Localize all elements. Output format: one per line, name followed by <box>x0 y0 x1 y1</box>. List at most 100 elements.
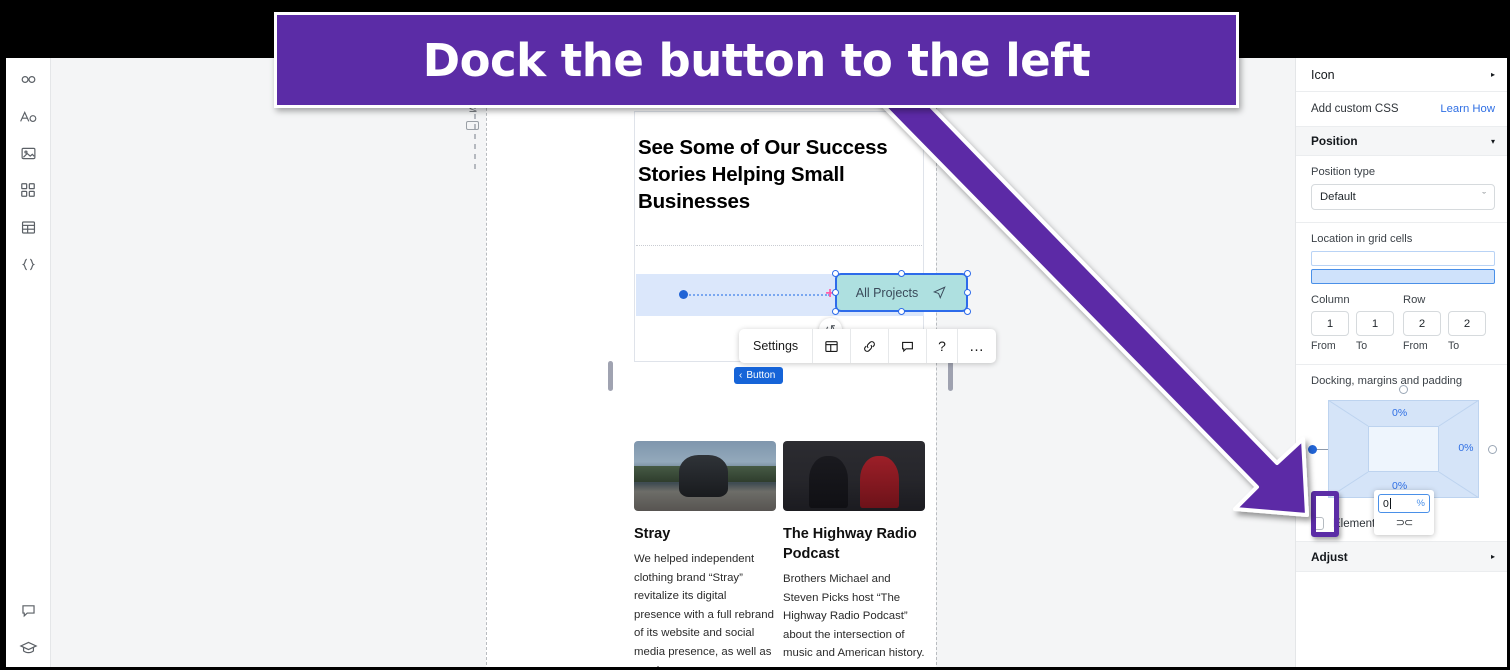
grid-row-2-bar-selected[interactable] <box>1311 269 1495 284</box>
docking-unit-label: % <box>1416 498 1425 509</box>
add-custom-css-label: Add custom CSS <box>1311 103 1399 115</box>
dock-anchor-dot[interactable] <box>679 290 688 299</box>
docking-value-editor-popover[interactable]: 0 % ⊃⊂ <box>1374 490 1434 535</box>
column-row-fields: Column 1 From 1 To Row 2 From 2 To <box>1311 294 1495 352</box>
case-study-cards: Stray We helped independent clothing bra… <box>634 441 932 667</box>
dock-knob-top[interactable] <box>1399 385 1408 394</box>
position-type-block: Position type Default ˇ <box>1296 156 1507 223</box>
properties-panel: Icon ▸ Add custom CSS Learn How Position… <box>1295 58 1507 667</box>
card-stray[interactable]: Stray We helped independent clothing bra… <box>634 441 776 667</box>
learn-icon[interactable] <box>11 630 45 664</box>
dock-measure-line <box>682 294 830 296</box>
hero-heading: See Some of Our Success Stories Helping … <box>638 136 888 213</box>
resize-handle-bottom-center[interactable] <box>897 308 905 315</box>
position-type-select[interactable]: Default ˇ <box>1311 184 1495 210</box>
resize-handle-bottom-right[interactable] <box>964 308 971 315</box>
app-window: M See Some of Our Success Stories Helpin… <box>6 58 1507 667</box>
section-adjust-title: Adjust <box>1311 549 1348 564</box>
chevron-down-icon: ▾ <box>1490 136 1495 146</box>
design-canvas[interactable]: M See Some of Our Success Stories Helpin… <box>51 58 1295 667</box>
column-group: Column 1 From 1 To <box>1311 294 1403 352</box>
image-icon[interactable] <box>11 136 45 170</box>
selected-button-element[interactable]: All Projects <box>832 270 971 315</box>
row-from-label: From <box>1403 340 1428 352</box>
text-icon[interactable] <box>11 99 45 133</box>
grid-location-label: Location in grid cells <box>1311 233 1413 245</box>
position-type-label: Position type <box>1311 166 1376 178</box>
dock-knob-left[interactable] <box>1307 445 1317 454</box>
element-breadcrumb-tag[interactable]: ‹ Button <box>734 367 784 384</box>
left-toolbar-rail <box>6 58 51 667</box>
column-title: Column <box>1311 294 1350 306</box>
settings-button[interactable]: Settings <box>739 329 814 363</box>
podcast-hosts-photo <box>783 441 925 511</box>
page-guide-right <box>936 58 937 667</box>
annotation-banner-text: Dock the button to the left <box>422 33 1091 87</box>
docking-block: Docking, margins and padding 0% 0% 0% <box>1296 365 1507 513</box>
resize-handle-middle-left[interactable] <box>832 288 839 296</box>
grid-row-1-bar[interactable] <box>1311 251 1495 266</box>
grid-location-block: Location in grid cells Column 1 From 1 T… <box>1296 223 1507 365</box>
row-to-input[interactable]: 2 <box>1448 311 1486 336</box>
table-icon[interactable] <box>11 210 45 244</box>
dock-knob-right[interactable] <box>1487 445 1497 454</box>
row-to-label: To <box>1448 340 1460 352</box>
section-marker-icon[interactable] <box>466 121 479 130</box>
panel-header-icon[interactable]: Icon ▸ <box>1296 58 1507 92</box>
apps-icon[interactable] <box>11 173 45 207</box>
selected-button-label: All Projects <box>855 285 919 300</box>
docking-right-value[interactable]: 0% <box>1458 442 1473 454</box>
row-from-input[interactable]: 2 <box>1403 311 1441 336</box>
text-cursor <box>1389 498 1391 510</box>
section-adjust[interactable]: Adjust ▸ <box>1296 542 1507 572</box>
resize-handle-top-center[interactable] <box>897 270 905 277</box>
section-position-title: Position <box>1311 134 1358 148</box>
hero-section[interactable]: See Some of Our Success Stories Helping … <box>634 111 971 362</box>
card-body: We helped independent clothing brand “St… <box>634 553 774 667</box>
page-stage: See Some of Our Success Stories Helping … <box>634 111 971 362</box>
chevron-left-icon: ‹ <box>739 370 743 381</box>
card-title: The Highway Radio Podcast <box>783 526 917 562</box>
add-custom-css-row[interactable]: Add custom CSS Learn How <box>1296 92 1507 126</box>
grid-resize-handle-right[interactable] <box>948 361 953 391</box>
card-title: Stray <box>634 526 671 542</box>
element-toolbar[interactable]: Settings ? … <box>739 329 996 363</box>
docking-diagram[interactable]: 0% 0% 0% <box>1307 385 1497 513</box>
column-from-label: From <box>1311 340 1336 352</box>
comments-icon[interactable] <box>11 593 45 627</box>
layout-icon[interactable] <box>813 329 852 363</box>
docking-top-value[interactable]: 0% <box>1392 407 1407 419</box>
resize-handle-top-left[interactable] <box>832 270 839 277</box>
docking-inner-face <box>1367 426 1439 472</box>
resize-handle-bottom-left[interactable] <box>832 308 839 315</box>
chevron-right-icon: ▸ <box>1490 70 1495 79</box>
column-to-input[interactable]: 1 <box>1356 311 1394 336</box>
dock-knob-left-stem <box>1315 448 1328 450</box>
annotation-banner: Dock the button to the left <box>274 12 1239 108</box>
column-from-input[interactable]: 1 <box>1311 311 1349 336</box>
chevron-down-icon: ˇ <box>1482 191 1486 203</box>
screenshot-root: M See Some of Our Success Stories Helpin… <box>0 0 1510 670</box>
send-icon <box>933 286 946 300</box>
card-body: Brothers Michael and Steven Picks host “… <box>783 573 925 667</box>
position-type-value: Default <box>1320 191 1356 203</box>
stray-motorcycle-photo <box>634 441 776 511</box>
resize-handle-top-right[interactable] <box>964 270 971 277</box>
card-highway-radio-podcast[interactable]: The Highway Radio Podcast Brothers Micha… <box>783 441 925 667</box>
learn-how-link[interactable]: Learn How <box>1440 103 1495 115</box>
row-group: Row 2 From 2 To <box>1403 294 1495 352</box>
element-tag-label: Button <box>746 370 776 381</box>
docking-value-input[interactable]: 0 % <box>1378 494 1430 513</box>
code-icon[interactable] <box>11 247 45 281</box>
more-icon[interactable]: … <box>958 329 996 363</box>
comment-icon[interactable] <box>889 329 928 363</box>
page-guide-left <box>486 58 487 667</box>
docking-value-text: 0 <box>1383 497 1389 510</box>
resize-handle-middle-right[interactable] <box>964 288 971 296</box>
help-icon[interactable]: ? <box>927 329 958 363</box>
link-values-icon[interactable]: ⊃⊂ <box>1378 516 1430 529</box>
link-icon[interactable] <box>851 329 890 363</box>
pages-icon[interactable] <box>11 62 45 96</box>
grid-resize-handle-left[interactable] <box>608 361 613 391</box>
section-position[interactable]: Position ▾ <box>1296 126 1507 156</box>
